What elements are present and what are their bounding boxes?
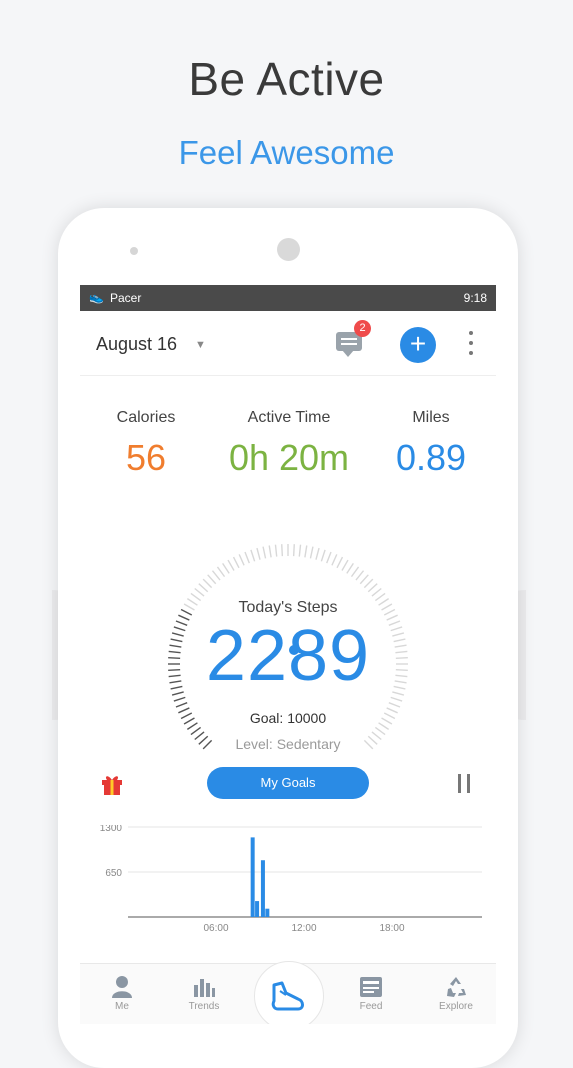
- person-icon: [112, 976, 132, 998]
- x-tick-label: 18:00: [379, 923, 404, 934]
- status-bar: 👟 Pacer 9:18: [80, 285, 496, 311]
- ring-tick: [320, 549, 326, 562]
- chat-lines: [341, 338, 357, 340]
- pause-icon[interactable]: [456, 774, 472, 793]
- hourly-steps-chart: 1300 650 06:00 12:00 18:00: [100, 825, 482, 934]
- ring-tick: [346, 562, 354, 574]
- stat-label: Calories: [116, 409, 176, 426]
- x-tick-label: 06:00: [203, 923, 228, 934]
- ring-tick: [371, 587, 382, 597]
- ring-tick: [250, 549, 256, 562]
- shoe-icon: [271, 981, 304, 1011]
- activity-level: Level: Sedentary: [235, 736, 341, 752]
- feed-icon: [360, 977, 382, 997]
- stat-active-time: Active Time 0h 20m: [219, 409, 359, 479]
- ring-tick: [390, 696, 403, 702]
- ring-tick: [190, 726, 202, 736]
- ring-tick: [262, 546, 267, 559]
- my-goals-button[interactable]: My Goals: [207, 767, 369, 799]
- ring-tick: [194, 587, 205, 597]
- ring-tick: [388, 702, 401, 708]
- stat-value: 56: [125, 437, 167, 478]
- ring-tick: [298, 544, 302, 557]
- ring-tick: [281, 544, 284, 557]
- phone-camera: [277, 238, 300, 261]
- ring-tick: [367, 583, 378, 593]
- ring-tick: [363, 578, 374, 589]
- nav-item-trends[interactable]: Trends: [174, 975, 234, 1012]
- ring-tick: [359, 574, 369, 585]
- hero-title: Be Active: [188, 53, 385, 105]
- nav-item-pacer[interactable]: [258, 979, 318, 1011]
- ring-tick: [336, 556, 344, 569]
- hero-subtitle: Feel Awesome: [178, 134, 395, 171]
- ring-tick: [216, 566, 226, 578]
- nav-label: Trends: [188, 1001, 220, 1012]
- ring-tick: [268, 545, 272, 558]
- status-clock: 9:18: [463, 291, 487, 305]
- step-bar: [255, 901, 260, 917]
- pacer-notification-icon: 👟: [89, 290, 104, 304]
- ring-tick: [374, 726, 386, 736]
- ring-tick: [232, 556, 240, 569]
- stat-value: 0.89: [395, 437, 467, 478]
- app-screen: 👟 Pacer 9:18 August 16 ▼ 2 + Calories 56…: [80, 285, 496, 1024]
- ring-tick: [355, 570, 365, 581]
- step-bar: [260, 860, 265, 917]
- stat-value: 0h 20m: [228, 437, 350, 478]
- ring-tick: [331, 554, 338, 566]
- ring-tick: [202, 578, 213, 589]
- nav-label: Feed: [359, 1001, 383, 1012]
- ring-tick: [304, 545, 308, 558]
- stat-calories: Calories 56: [80, 409, 216, 479]
- phone-sensor: [130, 247, 138, 255]
- x-tick-label: 12:00: [291, 923, 316, 934]
- ring-tick: [198, 583, 209, 593]
- stat-label: Active Time: [247, 409, 331, 426]
- ring-tick: [175, 702, 188, 708]
- add-button[interactable]: +: [400, 327, 436, 363]
- nav-item-feed[interactable]: Feed: [341, 975, 401, 1012]
- ring-tick: [341, 559, 349, 571]
- stat-label: Miles: [412, 409, 450, 426]
- ring-tick: [292, 544, 295, 557]
- ring-tick: [222, 562, 230, 574]
- more-vert-icon[interactable]: [466, 331, 476, 359]
- steps-goal: Goal: 10000: [249, 710, 327, 726]
- ring-tick: [211, 570, 221, 581]
- status-app-name: Pacer: [110, 291, 142, 305]
- ring-tick: [173, 696, 186, 702]
- stat-miles: Miles 0.89: [361, 409, 496, 479]
- step-bar: [265, 908, 270, 917]
- ring-tick: [244, 551, 250, 564]
- ring-tick: [238, 554, 245, 566]
- step-bar: [250, 837, 255, 917]
- steps-value: 2289: [205, 616, 371, 696]
- nav-item-explore[interactable]: Explore: [426, 975, 486, 1012]
- nav-label: Explore: [439, 1001, 473, 1012]
- ring-tick: [315, 547, 320, 560]
- ring-tick: [207, 574, 217, 585]
- ring-tick: [227, 559, 235, 571]
- nav-item-me[interactable]: Me: [92, 975, 152, 1012]
- recycle-icon: [447, 977, 466, 997]
- ring-tick: [350, 566, 360, 578]
- caret-down-icon[interactable]: ▼: [195, 339, 206, 351]
- y-tick-label: 650: [105, 868, 122, 879]
- y-tick-label: 1300: [100, 825, 123, 834]
- nav-label: Me: [115, 1001, 129, 1012]
- message-count-badge: 2: [354, 320, 371, 337]
- ring-tick: [256, 547, 261, 560]
- ring-tick: [326, 551, 332, 564]
- gift-icon[interactable]: [100, 772, 124, 796]
- ring-tick: [274, 544, 278, 557]
- date-selector[interactable]: August 16: [96, 334, 177, 355]
- bar-chart-icon: [194, 979, 215, 997]
- ring-tick: [309, 546, 314, 559]
